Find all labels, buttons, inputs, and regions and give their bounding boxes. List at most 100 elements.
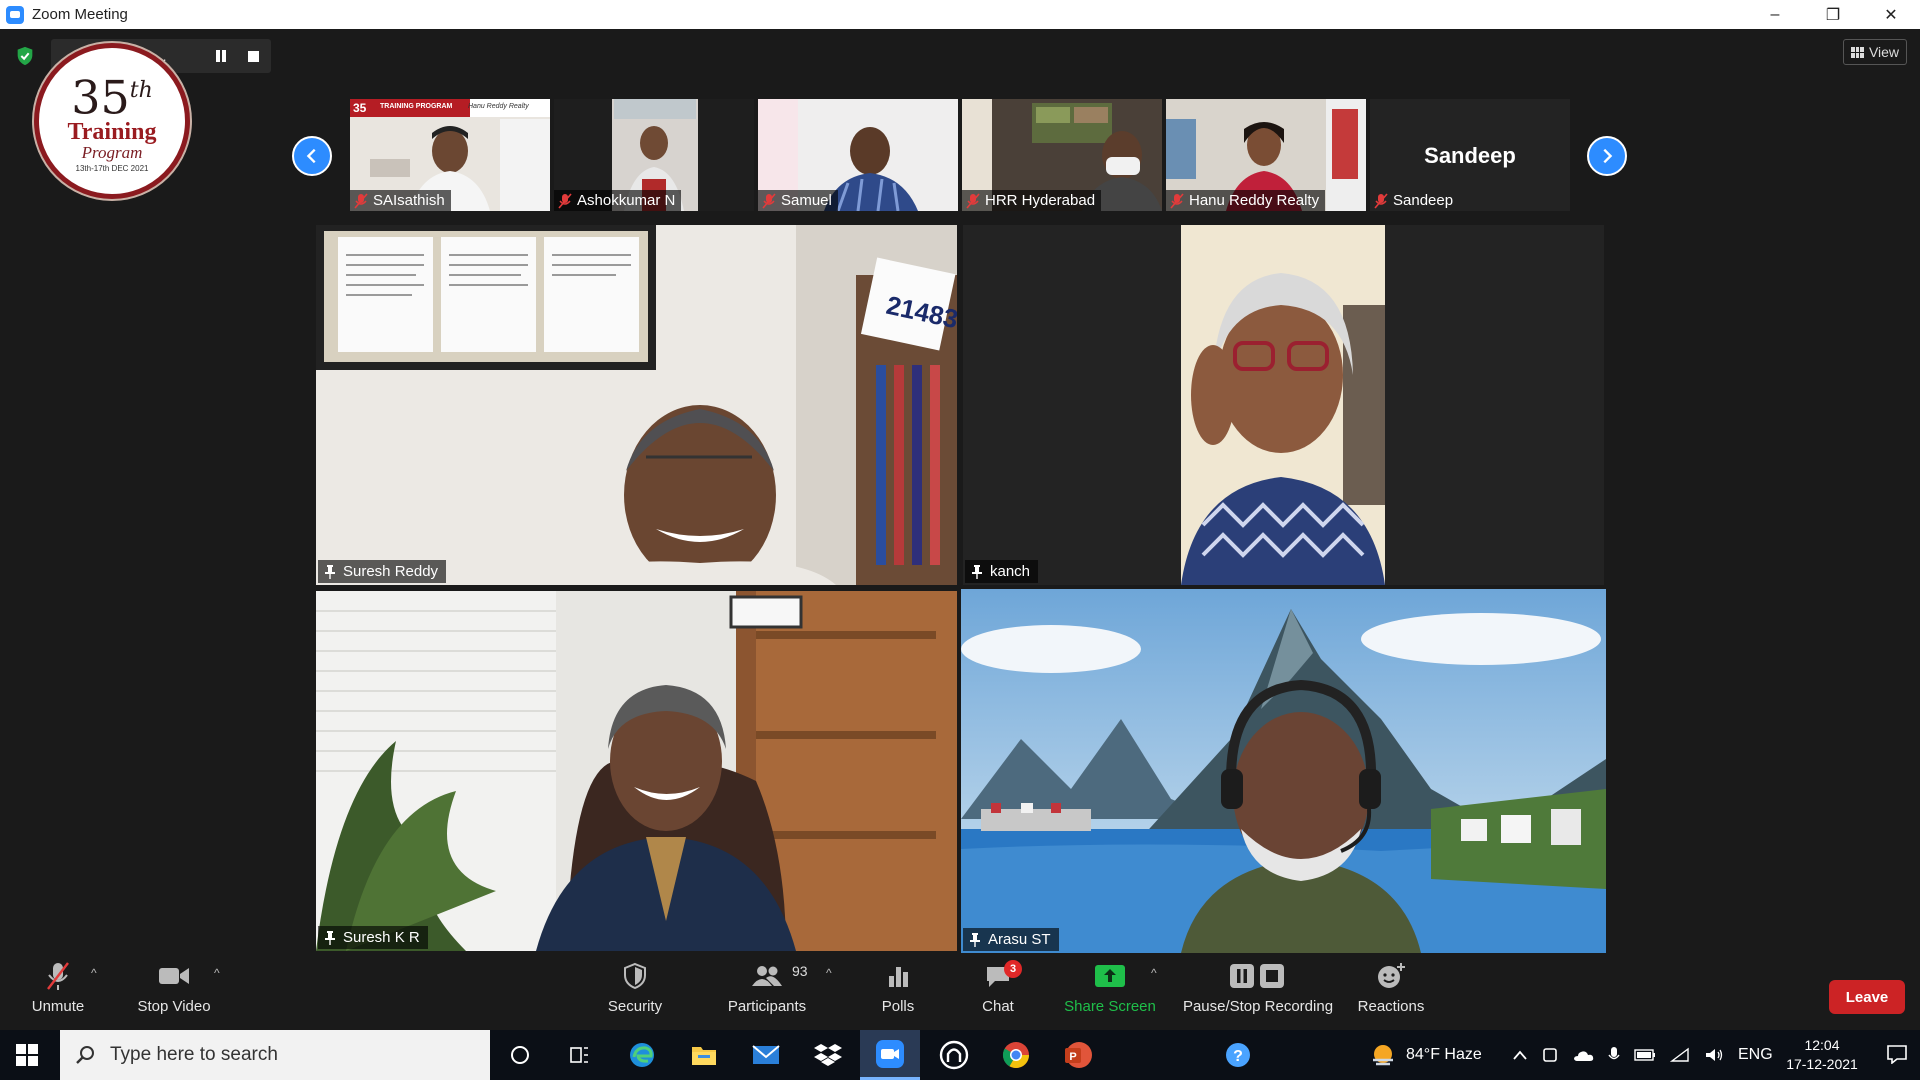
participant-thumbnail[interactable]: Hanu Reddy Realty [1166, 99, 1366, 211]
unmute-button[interactable]: Unmute [26, 954, 90, 1030]
participant-name: Samuel [781, 192, 832, 209]
participant-label: Suresh K R [318, 926, 428, 949]
security-button[interactable]: Security [603, 954, 667, 1030]
muted-mic-icon [966, 192, 980, 209]
app-circle-icon[interactable] [924, 1030, 984, 1080]
meeting-stage: Recording... 35th Training Program 13th-… [0, 29, 1920, 954]
share-options-chevron-up-icon[interactable]: ^ [1151, 966, 1157, 980]
pause-stop-recording-button[interactable]: Pause/Stop Recording [1180, 954, 1336, 1030]
muted-mic-icon [762, 192, 776, 209]
search-placeholder: Type here to search [110, 1044, 278, 1065]
participant-label: Suresh Reddy [318, 560, 447, 583]
participant-label: HRR Hyderabad [962, 190, 1102, 211]
onedrive-cloud-icon[interactable] [1572, 1048, 1594, 1062]
video-options-chevron-up-icon[interactable]: ^ [214, 966, 220, 980]
zoom-app-icon [6, 5, 24, 24]
next-page-button[interactable] [1587, 136, 1627, 176]
video-tile[interactable]: Suresh K R [316, 591, 957, 951]
participant-label: Arasu ST [963, 928, 1059, 951]
share-icon-container [1094, 954, 1126, 998]
help-icon[interactable]: ? [1208, 1030, 1268, 1080]
edge-browser-icon[interactable] [612, 1030, 672, 1080]
reactions-button[interactable]: Reactions [1353, 954, 1429, 1030]
close-button[interactable]: ✕ [1862, 0, 1920, 29]
zoom-taskbar-icon[interactable] [860, 1030, 920, 1080]
microphone-icon[interactable] [1608, 1046, 1620, 1064]
battery-icon[interactable] [1634, 1049, 1656, 1061]
meeting-toolbar: Unmute ^ Stop Video ^ Security 93 Partic… [0, 954, 1920, 1030]
weather-widget[interactable]: 84°F Haze [1370, 1030, 1482, 1080]
polls-button[interactable]: Polls [873, 954, 923, 1030]
participant-label: Sandeep [1370, 190, 1459, 211]
participants-options-chevron-up-icon[interactable]: ^ [826, 966, 832, 980]
restore-button[interactable]: ❐ [1804, 0, 1862, 29]
pin-icon [972, 564, 982, 579]
video-camera-icon [159, 968, 189, 984]
video-tile[interactable]: kanch [963, 225, 1604, 585]
recording-label: Pause/Stop Recording [1182, 998, 1334, 1015]
participants-icon-container: 93 [750, 954, 808, 998]
participants-button[interactable]: 93 Participants [724, 954, 810, 1030]
speaker-volume-icon[interactable] [1704, 1047, 1724, 1063]
participant-name: Hanu Reddy Realty [1189, 192, 1320, 209]
input-language[interactable]: ENG [1738, 1046, 1773, 1064]
task-view-icon[interactable] [550, 1030, 610, 1080]
bar-chart-icon [889, 967, 908, 987]
participant-thumbnail[interactable]: 35 TRAINING PROGRAM Hanu Reddy Realty SA… [350, 99, 550, 211]
logo-line2: Program [81, 142, 143, 162]
pause-recording-icon[interactable] [215, 50, 227, 62]
powerpoint-icon[interactable]: P [1048, 1030, 1108, 1080]
file-explorer-icon[interactable] [674, 1030, 734, 1080]
reactions-icon-container [1376, 954, 1406, 998]
video-feed [963, 225, 1604, 585]
cortana-icon[interactable] [490, 1030, 550, 1080]
clock-time: 12:04 [1804, 1037, 1840, 1053]
participant-name: Suresh Reddy [343, 563, 439, 580]
participant-thumbnail[interactable]: Sandeep Sandeep [1370, 99, 1570, 211]
share-screen-icon [1095, 965, 1125, 987]
stop-recording-icon[interactable] [248, 51, 259, 62]
banner-brand: Hanu Reddy Realty [468, 103, 529, 110]
recording-icon-container [1229, 954, 1287, 998]
participants-icon [752, 966, 782, 986]
previous-page-button[interactable] [292, 136, 332, 176]
clock-date: 17-12-2021 [1786, 1056, 1858, 1072]
share-screen-button[interactable]: Share Screen [1062, 954, 1158, 1030]
security-label: Security [607, 998, 663, 1015]
participant-thumbnail[interactable]: Samuel [758, 99, 958, 211]
unmute-label: Unmute [31, 998, 85, 1015]
pin-icon [970, 932, 980, 947]
taskbar-search-box[interactable]: Type here to search [60, 1030, 490, 1080]
dropbox-icon[interactable] [798, 1030, 858, 1080]
svg-text:P: P [1069, 1051, 1076, 1063]
notification-center-icon[interactable] [1886, 1044, 1908, 1064]
chat-label: Chat [982, 998, 1014, 1015]
view-button[interactable]: View [1843, 39, 1907, 65]
chat-icon-container: 3 [984, 954, 1022, 998]
reactions-label: Reactions [1357, 998, 1425, 1015]
participants-label: Participants [727, 998, 807, 1015]
wifi-icon[interactable] [1670, 1047, 1690, 1063]
video-icon-container [158, 954, 190, 998]
video-tile[interactable]: 21483 Suresh Reddy [316, 225, 957, 585]
chat-button[interactable]: 3 Chat [973, 954, 1023, 1030]
encryption-shield-icon[interactable] [14, 45, 36, 67]
leave-meeting-button[interactable]: Leave [1829, 980, 1905, 1014]
muted-mic-icon [354, 192, 368, 209]
stop-video-button[interactable]: Stop Video [134, 954, 214, 1030]
chrome-browser-icon[interactable] [986, 1030, 1046, 1080]
muted-mic-icon [1170, 192, 1184, 209]
participant-thumbnail[interactable]: HRR Hyderabad [962, 99, 1162, 211]
windows-start-icon[interactable] [16, 1044, 38, 1066]
chevron-up-icon[interactable] [1512, 1049, 1528, 1061]
video-tile-active-speaker[interactable]: Arasu ST [961, 589, 1606, 953]
audio-options-chevron-up-icon[interactable]: ^ [91, 966, 97, 980]
meet-now-icon[interactable] [1542, 1046, 1558, 1064]
participant-thumbnail[interactable]: Ashokkumar N [554, 99, 754, 211]
view-button-label: View [1868, 44, 1900, 60]
taskbar-clock[interactable]: 12:04 17-12-2021 [1782, 1036, 1862, 1074]
mail-icon[interactable] [736, 1030, 796, 1080]
video-feed [316, 591, 957, 951]
minimize-button[interactable]: – [1746, 0, 1804, 29]
participant-label: kanch [965, 560, 1039, 583]
